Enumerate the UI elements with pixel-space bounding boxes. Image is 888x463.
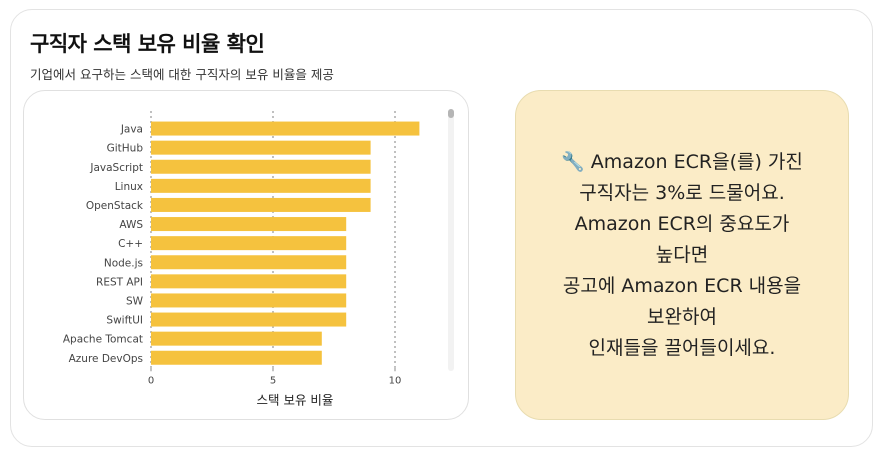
chart-card: Java GitHub JavaScript Linux OpenStack AWS C++… [23, 90, 469, 420]
y-tick-label: Azure DevOps [69, 353, 143, 365]
bar [151, 178, 371, 193]
bar [151, 350, 322, 365]
chart-scrollbar[interactable] [448, 109, 454, 371]
page-title: 구직자 스택 보유 비율 확인 [30, 32, 265, 56]
y-tick-label: C++ [118, 238, 143, 250]
bar [151, 274, 347, 289]
x-axis-label: 스택 보유 비율 [256, 392, 333, 407]
bar [151, 312, 347, 327]
bar [151, 217, 347, 232]
bar [151, 121, 420, 136]
y-tick-label: REST API [96, 276, 143, 288]
y-tick-label: OpenStack [86, 200, 144, 212]
bar [151, 159, 371, 174]
bar [151, 140, 371, 155]
y-tick-label: SwiftUI [106, 315, 143, 327]
stack-ratio-panel: 구직자 스택 보유 비율 확인 기업에서 요구하는 스택에 대한 구직자의 보유… [10, 9, 873, 447]
bar [151, 197, 371, 212]
info-card: 🔧 Amazon ECR을(를) 가진 구직자는 3%로 드물어요. Amazo… [515, 90, 849, 420]
chart-scroll-thumb[interactable] [448, 109, 454, 118]
y-tick-label: Linux [115, 181, 143, 193]
y-tick-label: Apache Tomcat [63, 334, 143, 346]
y-tick-label: Java [120, 124, 143, 136]
x-tick-label: 10 [389, 375, 402, 386]
bar [151, 293, 347, 308]
bar [151, 331, 322, 346]
page-subtitle: 기업에서 요구하는 스택에 대한 구직자의 보유 비율을 제공 [30, 67, 334, 82]
stack-bar-chart: Java GitHub JavaScript Linux OpenStack AWS C++… [63, 111, 420, 407]
y-tick-label: GitHub [107, 143, 144, 155]
y-tick-label: AWS [119, 219, 143, 231]
y-tick-label: SW [126, 295, 144, 307]
x-tick-label: 0 [148, 375, 154, 386]
y-tick-label: JavaScript [89, 162, 143, 174]
x-tick-label: 5 [270, 375, 276, 386]
y-tick-label: Node.js [104, 257, 143, 269]
info-message: 🔧 Amazon ECR을(를) 가진 구직자는 3%로 드물어요. Amazo… [561, 150, 803, 359]
bar [151, 236, 347, 251]
bar [151, 255, 347, 270]
